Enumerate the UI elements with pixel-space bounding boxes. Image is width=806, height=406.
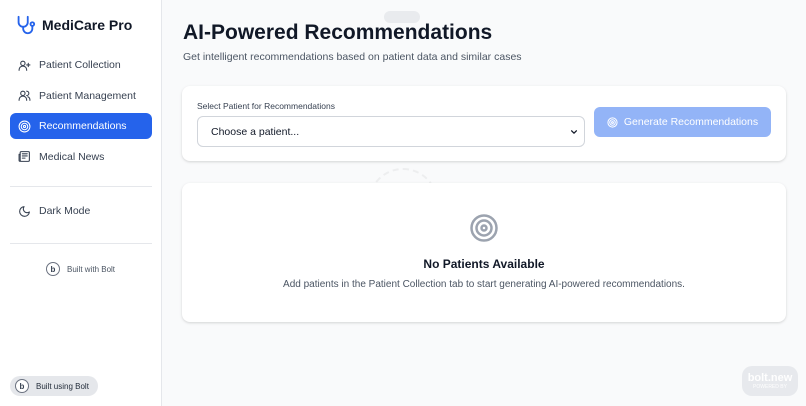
stethoscope-icon [17,15,36,35]
bolt-logo-icon: b [15,379,29,393]
page-title: AI-Powered Recommendations [183,21,493,44]
moon-icon [19,205,30,217]
built-with-bolt-link[interactable]: b Built with Bolt [46,262,115,276]
sidebar-item-label: Medical News [39,150,105,163]
empty-state-description: Add patients in the Patient Collection t… [283,279,685,290]
sidebar-divider [10,243,152,244]
user-plus-icon [18,60,31,71]
dark-mode-toggle[interactable]: Dark Mode [10,198,152,229]
bolt-powered-badge[interactable]: bolt.new POWERED BY [742,366,798,396]
users-icon [18,90,31,101]
patient-select-label: Select Patient for Recommendations [197,101,335,111]
bolt-brand: bolt.new [747,371,793,384]
brand[interactable]: MediCare Pro [14,14,132,36]
target-icon [470,214,498,242]
sidebar-item-patient-collection[interactable]: Patient Collection [10,52,152,78]
patient-select[interactable]: Choose a patient... [197,116,585,147]
newspaper-icon [18,151,30,162]
patient-select-value: Choose a patient... [211,125,300,138]
built-with-label: Built with Bolt [67,264,116,274]
target-icon [18,120,31,132]
empty-state-title: No Patients Available [423,257,545,271]
page-subtitle: Get intelligent recommendations based on… [183,51,522,63]
sidebar-item-patient-management[interactable]: Patient Management [10,83,152,109]
sidebar-item-label: Patient Collection [39,59,121,71]
target-icon [607,116,618,128]
generate-button-label: Generate Recommendations [623,116,759,128]
built-using-bolt-badge[interactable]: b Built using Bolt [10,376,98,396]
app-name: MediCare Pro [42,17,133,33]
built-using-label: Built using Bolt [36,381,89,391]
bolt-powered-label: POWERED BY [753,383,787,390]
sidebar-item-label: Patient Management [39,89,136,102]
empty-state-card: No Patients Available Add patients in th… [182,183,786,322]
generate-recommendations-button[interactable]: Generate Recommendations [594,107,771,137]
sidebar-divider [10,186,152,187]
dark-mode-item[interactable]: Dark Mode [10,198,152,224]
sidebar: MediCare Pro Patient Collection Patient … [0,0,162,406]
bolt-logo-icon: b [46,262,60,276]
chevron-down-icon [570,130,578,134]
sidebar-item-medical-news[interactable]: Medical News [10,144,152,170]
sidebar-item-recommendations[interactable]: Recommendations [10,113,152,139]
sidebar-item-label: Recommendations [39,120,127,132]
sidebar-nav: Patient Collection Patient Management Re… [10,52,152,174]
patient-select-card: Select Patient for Recommendations Choos… [182,86,786,161]
dark-mode-label: Dark Mode [39,205,91,217]
